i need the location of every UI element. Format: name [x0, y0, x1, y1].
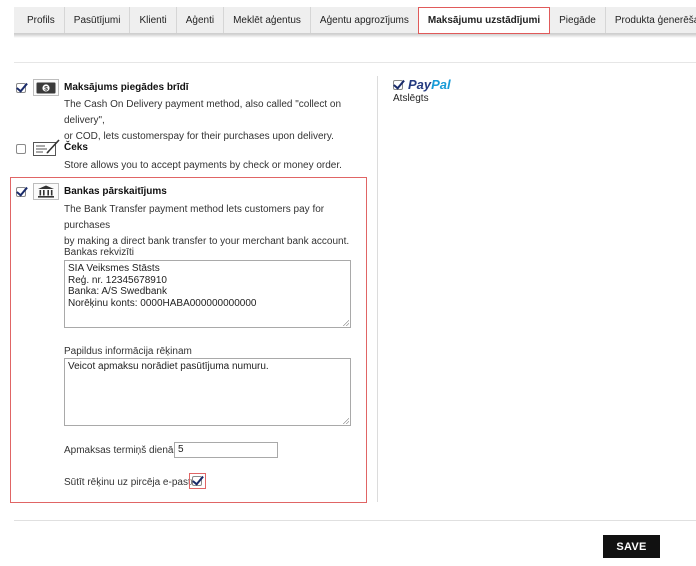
tab-produkta-generesana[interactable]: Produkta ģenerēšana [604, 7, 696, 33]
bank-enable-checkbox[interactable] [16, 187, 26, 197]
save-button[interactable]: SAVE [603, 535, 660, 558]
tab-maksajumu-uzstadijumi[interactable]: Maksājumu uzstādījumi [417, 7, 551, 34]
tab-piegade[interactable]: Piegāde [550, 7, 605, 33]
send-invoice-checkbox[interactable] [192, 476, 202, 486]
extra-info-label: Papildus informācija rēķinam [64, 346, 192, 357]
cod-description-line1: The Cash On Delivery payment method, als… [64, 99, 342, 126]
top-divider [14, 62, 696, 63]
cod-title: Maksājums piegādes brīdī [64, 82, 189, 93]
payment-term-label: Apmaksas termiņš dienās [64, 445, 179, 456]
tab-bar-shadow [14, 34, 696, 38]
tab-klienti[interactable]: Klienti [129, 7, 175, 33]
cheque-enable-checkbox[interactable] [16, 144, 26, 154]
tab-profils[interactable]: Profils [18, 7, 64, 33]
paypal-status: Atslēgts [393, 93, 429, 104]
cod-enable-checkbox[interactable] [16, 83, 26, 93]
svg-text:$: $ [44, 85, 48, 92]
cheque-icon [33, 139, 61, 158]
bank-description: The Bank Transfer payment method lets cu… [64, 202, 364, 250]
cash-icon: $ [33, 79, 59, 96]
paypal-enable-checkbox[interactable] [393, 80, 403, 90]
cod-description-line2: or COD, lets customerspay for their purc… [64, 131, 334, 142]
bank-details-label: Bankas rekvizīti [64, 247, 135, 258]
cheque-description: Store allows you to accept payments by c… [64, 160, 342, 171]
tab-agenti[interactable]: Aģenti [175, 7, 223, 33]
tab-meklet-agentus[interactable]: Meklēt aģentus [223, 7, 310, 33]
paypal-logo-part1: Pay [408, 77, 432, 92]
tab-agentu-apgrozijums[interactable]: Aģentu apgrozījums [309, 7, 418, 33]
cod-description: The Cash On Delivery payment method, als… [64, 97, 374, 145]
paypal-logo-part2: Pal [431, 77, 451, 92]
cheque-title: Čeks [64, 142, 88, 153]
extra-info-textarea[interactable]: Veicot apmaksu norādiet pasūtījuma numur… [64, 358, 351, 426]
paypal-logo: PayPal [408, 77, 451, 92]
bank-description-line1: The Bank Transfer payment method lets cu… [64, 204, 325, 231]
tab-pasutijumi[interactable]: Pasūtījumi [63, 7, 130, 33]
bank-icon [33, 183, 59, 200]
tab-bar: Profils Pasūtījumi Klienti Aģenti Meklēt… [14, 7, 696, 34]
send-invoice-label: Sūtīt rēķinu uz pircēja e-pastu [64, 477, 197, 488]
bank-details-textarea[interactable]: SIA Veiksmes Stāsts Reģ. nr. 12345678910… [64, 260, 351, 328]
bank-title: Bankas pārskaitījums [64, 186, 167, 197]
bottom-divider [14, 520, 696, 521]
payment-term-input[interactable]: 5 [174, 442, 278, 458]
column-divider [377, 76, 378, 502]
